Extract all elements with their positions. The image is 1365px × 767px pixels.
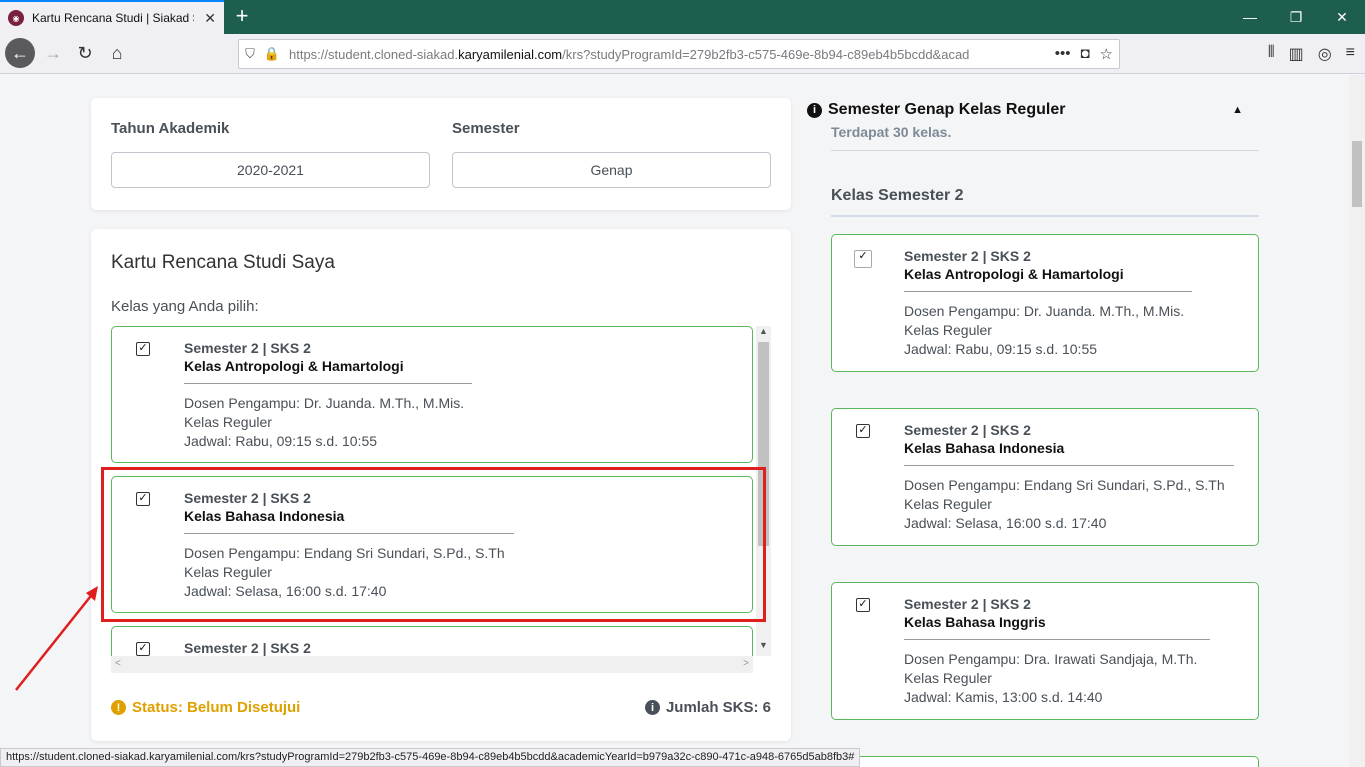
divider: [904, 465, 1234, 466]
checkbox-checked-icon[interactable]: ✓: [856, 424, 870, 438]
filter-card: Tahun Akademik 2020-2021 Semester Genap: [91, 98, 791, 210]
scroll-right-icon[interactable]: >: [743, 658, 749, 669]
class-count: Terdapat 30 kelas.: [831, 124, 952, 140]
pocket-icon[interactable]: ◘: [1080, 45, 1089, 63]
collapse-caret-icon[interactable]: ▲: [1232, 104, 1243, 116]
home-icon[interactable]: ⌂: [102, 38, 132, 68]
info-icon: i: [807, 102, 822, 118]
course-meta: Semester 2 | SKS 2: [904, 248, 1031, 264]
link-status-bar: https://student.cloned-siakad.karyamilen…: [0, 748, 861, 767]
year-select[interactable]: 2020-2021: [111, 152, 430, 188]
account-icon[interactable]: ◎: [1318, 44, 1332, 64]
annotation-arrow: [15, 586, 98, 691]
total-sks: i Jumlah SKS: 6: [644, 699, 771, 716]
section-divider: [831, 215, 1259, 217]
checkbox-checked-icon[interactable]: ✓: [856, 598, 870, 612]
browser-tabbar: ◉ Kartu Rencana Studi | Siakad ST ✕ + — …: [0, 0, 1365, 34]
course-lecturer: Dosen Pengampu: Dr. Juanda. M.Th., M.Mis…: [184, 395, 465, 411]
more-actions-icon[interactable]: •••: [1055, 45, 1071, 63]
section-title: Kelas Semester 2: [831, 187, 964, 204]
divider: [184, 383, 472, 384]
course-meta: Semester 2 | SKS 2: [184, 640, 311, 656]
status-text: Status: Belum Disetujui: [132, 699, 301, 716]
sidebar-icon[interactable]: ▥: [1289, 44, 1304, 64]
scroll-up-icon[interactable]: ▲: [759, 326, 768, 336]
approval-status: ! Status: Belum Disetujui: [111, 699, 300, 716]
total-sks-text: Jumlah SKS: 6: [665, 699, 771, 716]
course-name: Kelas Antropologi & Hamartologi: [904, 266, 1124, 282]
restore-icon[interactable]: ❐: [1273, 0, 1319, 34]
site-favicon-icon: ◉: [8, 10, 24, 26]
warning-icon: !: [111, 700, 126, 715]
course-name: Kelas Bahasa Inggris: [904, 614, 1046, 630]
browser-navbar: ← → ↻ ⌂ ⛉ 🔒 https://student.cloned-siaka…: [0, 34, 1365, 74]
available-course-card[interactable]: ✓ Semester 2 | SKS 2 Kelas Antropologi &…: [831, 234, 1259, 372]
available-header[interactable]: i Semester Genap Kelas Reguler ▲ Terdapa…: [807, 101, 1259, 151]
shield-icon[interactable]: ⛉: [239, 46, 261, 62]
course-schedule: Jadwal: Rabu, 09:15 s.d. 10:55: [904, 341, 1098, 357]
course-schedule: Jadwal: Kamis, 13:00 s.d. 14:40: [904, 689, 1103, 705]
available-title: Semester Genap Kelas Reguler: [828, 101, 1066, 118]
course-class-type: Kelas Reguler: [904, 322, 992, 338]
divider: [904, 639, 1210, 640]
bookmark-star-icon[interactable]: ☆: [1100, 45, 1113, 63]
course-name: Kelas Bahasa Indonesia: [904, 440, 1065, 456]
window-close-icon[interactable]: ✕: [1319, 0, 1365, 34]
divider: [904, 291, 1192, 292]
new-tab-icon[interactable]: +: [230, 3, 254, 28]
browser-tab[interactable]: ◉ Kartu Rencana Studi | Siakad ST ✕: [0, 0, 224, 34]
semester-label: Semester: [452, 120, 520, 137]
scroll-down-icon[interactable]: ▼: [759, 640, 768, 650]
scroll-left-icon[interactable]: <: [115, 658, 121, 669]
course-class-type: Kelas Reguler: [904, 670, 992, 686]
course-lecturer: Dosen Pengampu: Dra. Irawati Sandjaja, M…: [904, 651, 1198, 667]
course-schedule: Jadwal: Rabu, 09:15 s.d. 10:55: [184, 433, 378, 449]
url-bar[interactable]: ⛉ 🔒 https://student.cloned-siakad.karyam…: [238, 39, 1120, 69]
krs-subtitle: Kelas yang Anda pilih:: [111, 298, 259, 315]
page-scrollbar-thumb[interactable]: [1352, 141, 1362, 207]
available-course-card[interactable]: ✓ Semester 2 | SKS 2 Kelas Bahasa Inggri…: [831, 582, 1259, 720]
course-lecturer: Dosen Pengampu: Endang Sri Sundari, S.Pd…: [904, 477, 1225, 493]
krs-title: Kartu Rencana Studi Saya: [111, 252, 335, 273]
lock-icon[interactable]: 🔒: [261, 46, 283, 62]
course-name: Kelas Antropologi & Hamartologi: [184, 358, 404, 374]
course-class-type: Kelas Reguler: [184, 414, 272, 430]
course-meta: Semester 2 | SKS 2: [904, 596, 1031, 612]
highlight-box: [101, 467, 766, 622]
course-lecturer: Dosen Pengampu: Dr. Juanda. M.Th., M.Mis…: [904, 303, 1185, 319]
year-label: Tahun Akademik: [111, 120, 230, 137]
reload-icon[interactable]: ↻: [70, 38, 100, 68]
tab-close-icon[interactable]: ✕: [204, 10, 216, 27]
course-meta: Semester 2 | SKS 2: [184, 340, 311, 356]
semester-select[interactable]: Genap: [452, 152, 771, 188]
checkbox-checked-icon[interactable]: ✓: [136, 642, 150, 656]
checkbox-checked-icon[interactable]: ✓: [854, 250, 872, 268]
horizontal-scrollbar[interactable]: < >: [111, 656, 753, 673]
divider: [831, 150, 1259, 151]
page-scrollbar[interactable]: [1349, 75, 1365, 767]
available-course-card[interactable]: ✓ Semester 2 | SKS 2 Kelas Bahasa Indone…: [831, 408, 1259, 546]
library-icon[interactable]: ⫴: [1268, 44, 1275, 64]
checkbox-checked-icon[interactable]: ✓: [136, 342, 150, 356]
course-schedule: Jadwal: Selasa, 16:00 s.d. 17:40: [904, 515, 1107, 531]
course-class-type: Kelas Reguler: [904, 496, 992, 512]
url-text[interactable]: https://student.cloned-siakad.karyamilen…: [289, 47, 1029, 62]
available-course-card[interactable]: [831, 756, 1259, 767]
tab-title: Kartu Rencana Studi | Siakad ST: [32, 11, 194, 25]
course-meta: Semester 2 | SKS 2: [904, 422, 1031, 438]
selected-course-card[interactable]: ✓ Semester 2 | SKS 2 Kelas Antropologi &…: [111, 326, 753, 463]
page-content: Tahun Akademik 2020-2021 Semester Genap …: [0, 75, 1365, 767]
minimize-icon[interactable]: —: [1227, 0, 1273, 34]
info-icon: i: [644, 700, 660, 715]
back-arrow-icon[interactable]: ←: [5, 38, 35, 68]
forward-arrow-icon[interactable]: →: [38, 38, 68, 68]
menu-icon[interactable]: ≡: [1346, 44, 1355, 64]
